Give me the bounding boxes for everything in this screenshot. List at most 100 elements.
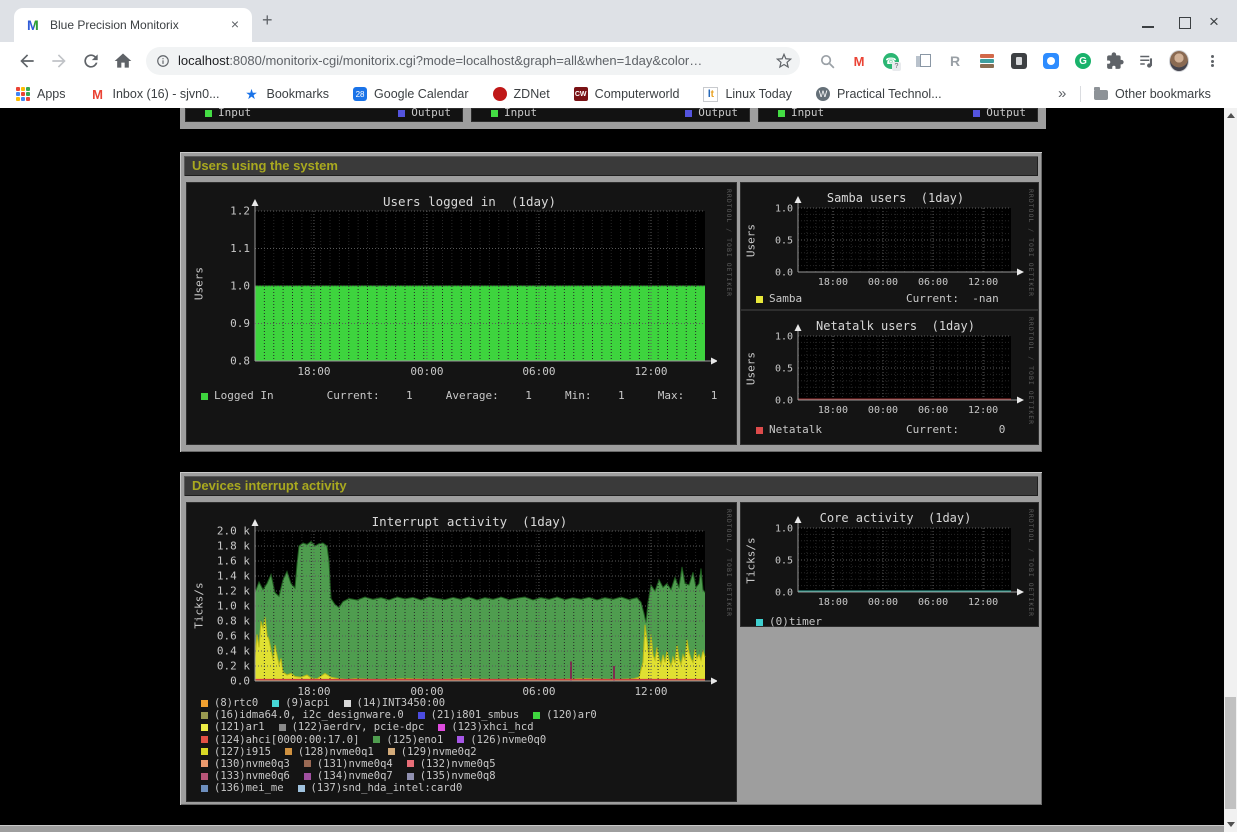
legend-device-label: (125)eno1: [386, 734, 443, 746]
svg-text:00:00: 00:00: [868, 597, 898, 608]
svg-text:1.2: 1.2: [230, 205, 250, 218]
svg-text:00:00: 00:00: [868, 405, 898, 416]
home-button[interactable]: [113, 51, 133, 71]
input-swatch-icon: [491, 110, 498, 117]
legend-device-label: (122)aerdrv, pcie-dpc: [292, 721, 425, 733]
gmail-icon: M: [90, 86, 106, 102]
network-graph-partial[interactable]: Input Output: [758, 108, 1038, 122]
interrupt-activity-graph[interactable]: Interrupt activity (1day) Ticks/s 18:000…: [186, 502, 737, 802]
legend-device-label: (130)nvme0q3: [214, 758, 290, 770]
back-button[interactable]: [17, 51, 37, 71]
svg-text:06:00: 06:00: [918, 597, 948, 608]
bookmark-item-linux-today[interactable]: ltLinux Today: [703, 87, 792, 102]
browser-toolbar: localhost:8080/monitorix-cgi/monitorix.c…: [0, 42, 1237, 80]
output-label: Output: [986, 108, 1026, 119]
forward-button[interactable]: [49, 51, 69, 71]
legend-device-label: (9)acpi: [285, 697, 329, 709]
tab-close-icon[interactable]: ×: [226, 16, 244, 32]
scrollbar-up-icon[interactable]: [1227, 113, 1235, 118]
bookmark-item-inbox-16-sjvn0-[interactable]: M Inbox (16) - sjvn0...: [90, 86, 220, 102]
browser-tab[interactable]: MM Blue Precision Monitorix ×: [14, 8, 252, 42]
svg-text:0.0: 0.0: [775, 268, 793, 279]
url-text[interactable]: localhost:8080/monitorix-cgi/monitorix.c…: [178, 47, 768, 75]
legend-row: (8)rtc0(9)acpi(14)INT3450:00: [201, 697, 726, 709]
legend-device-label: (129)nvme0q2: [401, 746, 477, 758]
grammarly-g: G: [1075, 53, 1091, 69]
r-extension-icon[interactable]: R: [945, 51, 965, 71]
core-activity-graph[interactable]: Core activity (1day) Ticks/s 18:0000:000…: [740, 502, 1039, 627]
address-bar[interactable]: localhost:8080/monitorix-cgi/monitorix.c…: [146, 47, 800, 75]
bookmark-item-zdnet[interactable]: ZDNet: [493, 87, 550, 101]
zoom-camera-extension-icon[interactable]: [1041, 51, 1061, 71]
other-bookmarks-label: Other bookmarks: [1115, 87, 1211, 101]
bookmark-label: Bookmarks: [267, 87, 330, 101]
bookmarks-overflow-chevron[interactable]: »: [1058, 80, 1066, 108]
next-section-edge: [0, 825, 1224, 832]
network-graph-partial[interactable]: Input Output: [471, 108, 750, 122]
legend-swatch-icon: [298, 785, 305, 792]
input-label: Input: [791, 108, 824, 119]
other-bookmarks-button[interactable]: Other bookmarks: [1094, 80, 1211, 108]
section-users: Users using the system Users logged in (…: [180, 152, 1042, 452]
legend-swatch-icon: [407, 773, 414, 780]
svg-text:06:00: 06:00: [522, 365, 555, 378]
folder-icon: [1094, 90, 1108, 100]
page-info-icon[interactable]: [156, 54, 170, 68]
window-close-button[interactable]: ×: [1209, 12, 1219, 32]
bookmark-star-icon[interactable]: [776, 53, 792, 69]
bookmark-label: Inbox (16) - sjvn0...: [113, 87, 220, 101]
grammarly-extension-icon[interactable]: G: [1073, 51, 1093, 71]
section-title: Users using the system: [184, 156, 1038, 176]
bookmark-item-apps[interactable]: Apps: [16, 87, 66, 101]
y-axis-label: Ticks/s: [745, 511, 758, 611]
page-scrollbar[interactable]: [1224, 108, 1237, 832]
legend-swatch-icon: [304, 760, 311, 767]
extensions-puzzle-icon[interactable]: [1105, 51, 1125, 71]
graph-legend: NetatalkCurrent: 0: [756, 423, 1026, 436]
svg-text:18:00: 18:00: [818, 277, 848, 288]
window-minimize-button[interactable]: [1142, 26, 1154, 28]
svg-text:0.2 k: 0.2 k: [217, 660, 250, 673]
legend-row: (121)ar1(122)aerdrv, pcie-dpc(123)xhci_h…: [201, 721, 726, 733]
legend-device-label: (120)ar0: [546, 709, 597, 721]
svg-text:00:00: 00:00: [868, 277, 898, 288]
legend-swatch-icon: [201, 393, 208, 400]
samba-users-graph[interactable]: Samba users (1day) Users 18:0000:0006:00…: [740, 182, 1039, 310]
bookmark-item-practical-technol-[interactable]: WPractical Technol...: [816, 87, 942, 101]
bookmark-label: Computerworld: [595, 87, 680, 101]
profile-avatar[interactable]: [1169, 51, 1189, 71]
scrollbar-thumb[interactable]: [1225, 697, 1236, 809]
wordpress-icon: W: [816, 87, 830, 101]
search-extension-icon[interactable]: [817, 51, 837, 71]
y-axis-label: Users: [745, 191, 758, 291]
svg-text:18:00: 18:00: [818, 597, 848, 608]
new-tab-button[interactable]: +: [262, 10, 273, 31]
legend-swatch-icon: [304, 773, 311, 780]
legend-current: Current: 0: [906, 423, 1005, 436]
legend-swatch-icon: [201, 700, 208, 707]
bookmark-item-computerworld[interactable]: CWComputerworld: [574, 87, 680, 101]
reload-button[interactable]: [81, 51, 101, 71]
copy-pages-extension-icon[interactable]: [913, 51, 933, 71]
legend-swatch-icon: [533, 712, 540, 719]
svg-text:0.5: 0.5: [775, 364, 793, 375]
gmail-extension-icon[interactable]: M: [849, 51, 869, 71]
browser-menu-icon[interactable]: [1202, 51, 1222, 71]
network-graph-partial[interactable]: Input Output: [185, 108, 463, 122]
netatalk-users-graph[interactable]: Netatalk users (1day) Users 18:0000:0006…: [740, 310, 1039, 445]
bookmark-item-google-calendar[interactable]: 28Google Calendar: [353, 87, 469, 101]
legend-device-label: (126)nvme0q0: [470, 734, 546, 746]
users-logged-in-graph[interactable]: Users logged in (1day) Users 18:0000:000…: [186, 182, 737, 445]
window-maximize-button[interactable]: [1179, 17, 1191, 29]
y-axis-label: Users: [193, 234, 206, 334]
legend-row: (136)mei_me(137)snd_hda_intel:card0: [201, 782, 726, 794]
scrollbar-down-icon[interactable]: [1227, 822, 1235, 827]
bookmark-item-bookmarks[interactable]: ★Bookmarks: [244, 86, 330, 102]
keeper-extension-icon[interactable]: [1009, 51, 1029, 71]
books-stack-extension-icon[interactable]: [977, 51, 997, 71]
svg-text:18:00: 18:00: [818, 405, 848, 416]
question-badge: ?: [892, 62, 901, 71]
music-list-icon[interactable]: [1137, 51, 1157, 71]
hangouts-phone-extension-icon[interactable]: ☎ ?: [881, 51, 901, 71]
svg-text:1.2 k: 1.2 k: [217, 585, 250, 598]
